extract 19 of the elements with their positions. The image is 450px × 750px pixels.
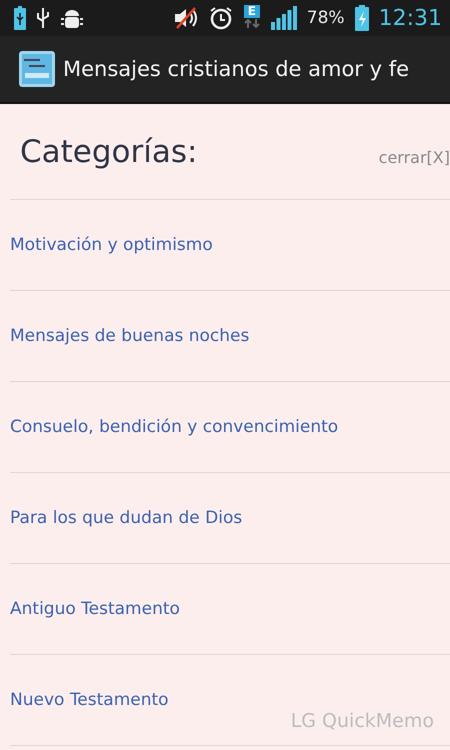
alarm-clock-icon	[208, 6, 233, 30]
close-link[interactable]: cerrar[X]	[378, 148, 450, 167]
app-logo-icon	[19, 51, 55, 87]
muted-speaker-icon	[172, 7, 199, 29]
quickmemo-label: LG QuickMemo	[290, 710, 434, 732]
clock-time: 12:31	[378, 6, 442, 30]
battery-usb-icon	[14, 6, 26, 30]
battery-charging-icon	[354, 5, 369, 31]
category-link[interactable]: Antiguo Testamento	[10, 599, 180, 619]
app-title: Mensajes cristianos de amor y fe	[63, 57, 410, 81]
category-link[interactable]: Nuevo Testamento	[10, 690, 169, 710]
battery-percent: 78%	[306, 8, 345, 28]
category-link[interactable]: Consuelo, bendición y convencimiento	[10, 417, 338, 437]
category-link[interactable]: Motivación y optimismo	[10, 235, 213, 255]
usb-icon	[36, 7, 50, 29]
section-title: Categorías:	[20, 134, 198, 170]
category-link[interactable]: Para los que dudan de Dios	[10, 508, 242, 528]
signal-icon	[270, 6, 297, 30]
category-link[interactable]: Mensajes de buenas noches	[10, 326, 250, 346]
